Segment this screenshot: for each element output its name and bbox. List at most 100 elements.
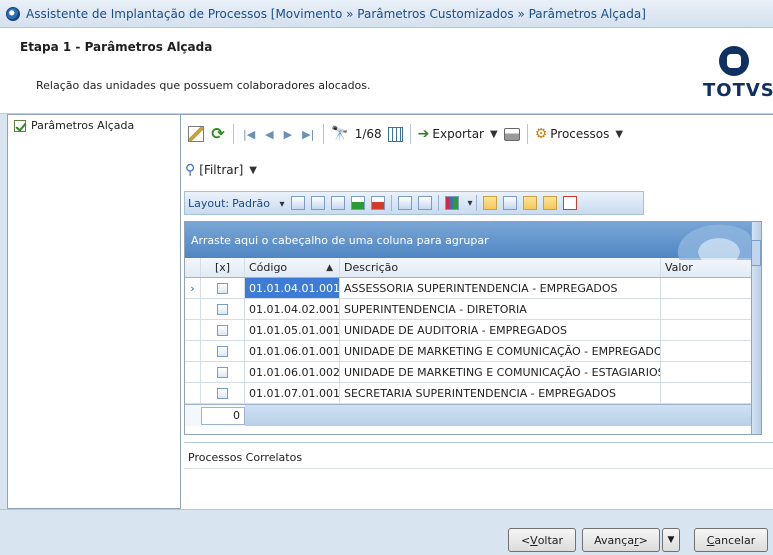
row-checkbox-cell[interactable]	[201, 299, 245, 319]
wizard-footer: < Voltar Avança r > ▼ Cancelar	[0, 509, 773, 555]
edit-button[interactable]	[185, 123, 207, 145]
grid-icon	[387, 126, 403, 142]
row-checkbox[interactable]	[217, 324, 228, 336]
related-processes-panel: Processos Correlatos	[184, 442, 773, 510]
app-logo-icon	[6, 6, 20, 21]
printer-icon	[503, 127, 520, 141]
row-checkbox[interactable]	[217, 345, 228, 357]
chevron-down-icon[interactable]: ▾	[468, 198, 473, 209]
filter-dropdown[interactable]: ⚲ [Filtrar] ▼	[185, 159, 257, 181]
content-pane: ⟳ |◀ ◀ ▶ ▶| 🔭 1/68 ➔ Exportar ▼ ⚙ Proces…	[181, 114, 773, 510]
tree-item-parametros-alcada[interactable]: Parâmetros Alçada	[8, 115, 180, 136]
delete-layout-icon[interactable]	[370, 196, 385, 210]
back-button[interactable]: < Voltar	[508, 528, 576, 552]
header-value-column[interactable]: Valor	[661, 258, 753, 277]
layout-preset-dropdown[interactable]: Padrão ▾	[232, 197, 284, 210]
globe-watermark-icon	[671, 222, 751, 260]
save-layout-icon[interactable]	[290, 196, 305, 210]
binoculars-icon: 🔭	[331, 126, 349, 142]
row-checkbox-cell[interactable]	[201, 362, 245, 382]
row-indicator	[185, 362, 201, 382]
table-row[interactable]: 01.01.07.01.001 SECRETARIA SUPERINTENDENC…	[185, 383, 761, 404]
table-row[interactable]: › 01.01.04.01.001 ASSESSORIA SUPERINTENDEN…	[185, 278, 761, 299]
data-grid: Arraste aqui o cabeçalho de uma coluna p…	[184, 221, 762, 435]
filter-row-icon[interactable]	[397, 196, 412, 210]
next-button[interactable]: Avança r >	[582, 528, 660, 552]
window-title: Assistente de Implantação de Processos […	[26, 6, 646, 21]
grid-view-button[interactable]	[385, 123, 406, 145]
sum-icon[interactable]	[417, 196, 432, 210]
row-indicator: ›	[185, 278, 201, 298]
grid-toolbar: ⟳ |◀ ◀ ▶ ▶| 🔭 1/68 ➔ Exportar ▼ ⚙ Proces…	[181, 120, 773, 148]
tree-item-label: Parâmetros Alçada	[31, 119, 135, 132]
header-description-column[interactable]: Descrição	[340, 258, 661, 277]
table-row[interactable]: 01.01.06.01.001 UNIDADE DE MARKETING E CO…	[185, 341, 761, 362]
header-code-column[interactable]: Código ▲	[245, 258, 340, 277]
row-checkbox-cell[interactable]	[201, 341, 245, 361]
previous-record-button[interactable]: ◀	[260, 123, 278, 145]
find-button[interactable]: 🔭	[328, 123, 351, 145]
next-record-button[interactable]: ▶	[279, 123, 297, 145]
row-checkbox-cell[interactable]	[201, 383, 245, 403]
table-row[interactable]: 01.01.06.01.002 UNIDADE DE MARKETING E CO…	[185, 362, 761, 383]
title-bar: Assistente de Implantação de Processos […	[0, 0, 773, 28]
refresh-button[interactable]: ⟳	[207, 123, 229, 145]
first-record-button[interactable]: |◀	[238, 123, 260, 145]
selected-count: 0	[201, 406, 245, 425]
header-icon[interactable]	[522, 196, 537, 210]
table-row[interactable]: 01.01.04.02.001 SUPERINTENDENCIA - DIRETO…	[185, 299, 761, 320]
record-position: 1/68	[354, 127, 382, 141]
row-checkbox-cell[interactable]	[201, 278, 245, 298]
group-panel-icon[interactable]	[482, 196, 497, 210]
header-indicator-cell	[185, 258, 201, 277]
row-code: 01.01.05.01.001	[245, 320, 340, 340]
row-value	[661, 320, 753, 340]
footer-icon[interactable]	[502, 196, 517, 210]
totvs-logo-icon	[719, 46, 749, 76]
chevron-down-icon: ▾	[279, 198, 285, 210]
filter-label: [Filtrar]	[199, 163, 244, 177]
layout-separator	[475, 195, 477, 211]
row-checkbox[interactable]	[217, 303, 228, 315]
footer-filler	[245, 405, 761, 426]
group-by-hint: Arraste aqui o cabeçalho de uma coluna p…	[191, 234, 489, 247]
table-row[interactable]: 01.01.05.01.001 UNIDADE DE AUDITORIA - EM…	[185, 320, 761, 341]
group-by-panel[interactable]: Arraste aqui o cabeçalho de uma coluna p…	[185, 222, 761, 260]
toolbar-separator	[323, 124, 325, 144]
scrollbar-thumb[interactable]	[751, 240, 761, 266]
chevron-down-icon: ▼	[249, 164, 257, 176]
toolbar-separator	[526, 124, 528, 144]
row-description: UNIDADE DE AUDITORIA - EMPREGADOS	[340, 320, 661, 340]
row-value	[661, 341, 753, 361]
row-code: 01.01.04.01.001	[245, 278, 340, 298]
layout-toolbar: Layout: Padrão ▾ ▾	[184, 191, 644, 215]
export-button[interactable]: ➔ Exportar ▼	[415, 123, 501, 145]
next-label: Avança	[594, 533, 635, 547]
next-options-button[interactable]: ▼	[662, 528, 680, 552]
wizard-header: Etapa 1 - Parâmetros Alçada Relação das …	[0, 28, 773, 114]
step-description: Relação das unidades que possuem colabor…	[36, 79, 371, 92]
last-record-button[interactable]: ▶|	[297, 123, 319, 145]
row-code: 01.01.06.01.001	[245, 341, 340, 361]
cancel-button[interactable]: Cancelar	[694, 528, 768, 552]
add-layout-icon[interactable]	[350, 196, 365, 210]
preview-icon[interactable]	[542, 196, 557, 210]
font-icon[interactable]	[562, 196, 577, 210]
row-value	[661, 362, 753, 382]
row-checkbox[interactable]	[217, 366, 228, 378]
copy-layout-icon[interactable]	[310, 196, 325, 210]
processes-button[interactable]: ⚙ Processos ▼	[532, 123, 626, 145]
export-label: Exportar	[432, 127, 484, 141]
row-description: UNIDADE DE MARKETING E COMUNICAÇÃO - EMP…	[340, 341, 661, 361]
row-checkbox[interactable]	[217, 282, 228, 294]
chevron-down-icon: ▼	[667, 535, 675, 545]
row-checkbox[interactable]	[217, 387, 228, 399]
print-button[interactable]	[501, 123, 523, 145]
chart-icon[interactable]	[444, 196, 459, 210]
back-mnemonic: V	[530, 533, 538, 547]
row-description: UNIDADE DE MARKETING E COMUNICAÇÃO - EST…	[340, 362, 661, 382]
columns-icon[interactable]	[330, 196, 345, 210]
header-check-column[interactable]: [x]	[201, 258, 245, 277]
row-checkbox-cell[interactable]	[201, 320, 245, 340]
vertical-scrollbar[interactable]	[751, 222, 761, 434]
